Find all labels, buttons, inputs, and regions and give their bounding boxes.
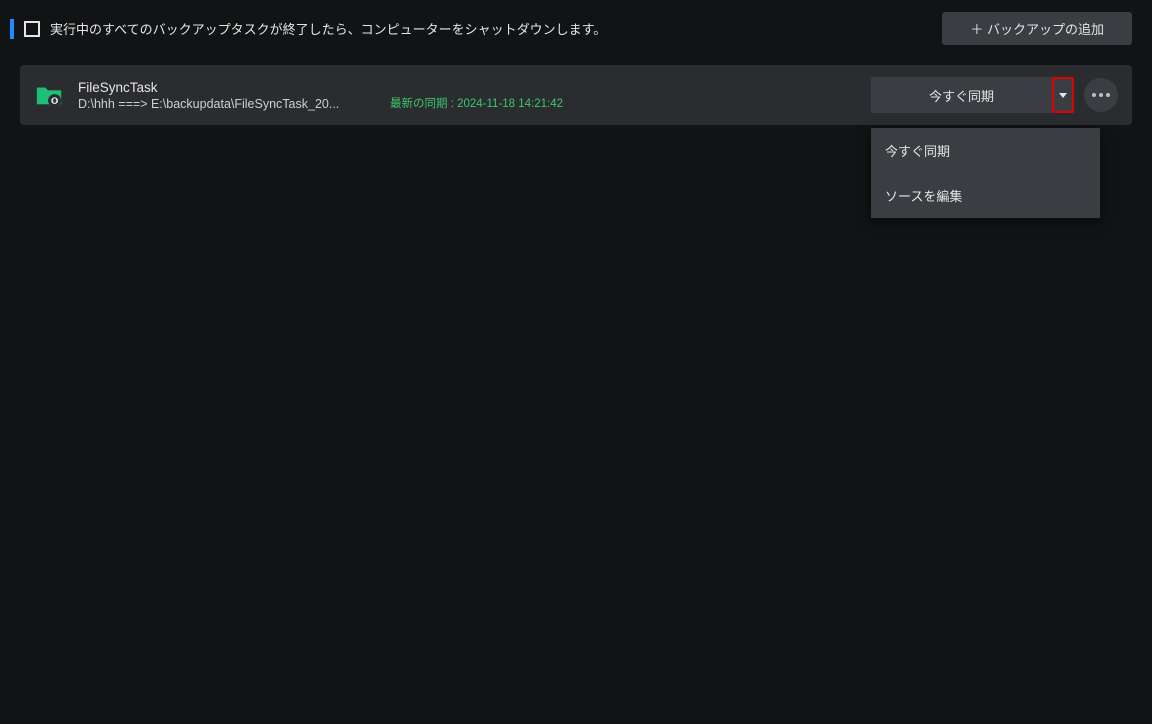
dropdown-item-edit-source[interactable]: ソースを編集 — [871, 173, 1100, 218]
sync-dropdown-menu: 今すぐ同期 ソースを編集 — [871, 128, 1100, 218]
task-info: FileSyncTask D:\hhh ===> E:\backupdata\F… — [78, 80, 388, 111]
add-backup-button[interactable]: ＋ バックアップの追加 — [942, 12, 1132, 45]
top-bar: 実行中のすべてのバックアップタスクが終了したら、コンピューターをシャットダウンし… — [0, 0, 1152, 57]
more-button[interactable] — [1084, 78, 1118, 112]
more-icon — [1092, 93, 1110, 97]
sync-now-button[interactable]: 今すぐ同期 — [871, 77, 1052, 113]
task-card: FileSyncTask D:\hhh ===> E:\backupdata\F… — [20, 65, 1132, 125]
last-sync-prefix: 最新の同期 : — [390, 98, 457, 110]
task-path: D:\hhh ===> E:\backupdata\FileSyncTask_2… — [78, 97, 388, 111]
sync-dropdown-wrapper: 今すぐ同期 今すぐ同期 ソースを編集 — [871, 77, 1074, 113]
sync-dropdown-toggle[interactable] — [1052, 77, 1074, 113]
shutdown-checkbox[interactable] — [24, 21, 40, 37]
caret-down-icon — [1059, 93, 1067, 98]
task-name: FileSyncTask — [78, 80, 388, 95]
shutdown-label: 実行中のすべてのバックアップタスクが終了したら、コンピューターをシャットダウンし… — [50, 19, 606, 38]
shutdown-option: 実行中のすべてのバックアップタスクが終了したら、コンピューターをシャットダウンし… — [10, 19, 606, 39]
active-marker — [10, 19, 14, 39]
dropdown-item-sync-now[interactable]: 今すぐ同期 — [871, 128, 1100, 173]
folder-sync-icon — [34, 80, 64, 110]
last-sync-time: 2024-11-18 14:21:42 — [457, 98, 563, 110]
last-sync-label: 最新の同期 : 2024-11-18 14:21:42 — [390, 95, 563, 111]
sync-split-button: 今すぐ同期 — [871, 77, 1074, 113]
card-actions: 今すぐ同期 今すぐ同期 ソースを編集 — [871, 77, 1118, 113]
